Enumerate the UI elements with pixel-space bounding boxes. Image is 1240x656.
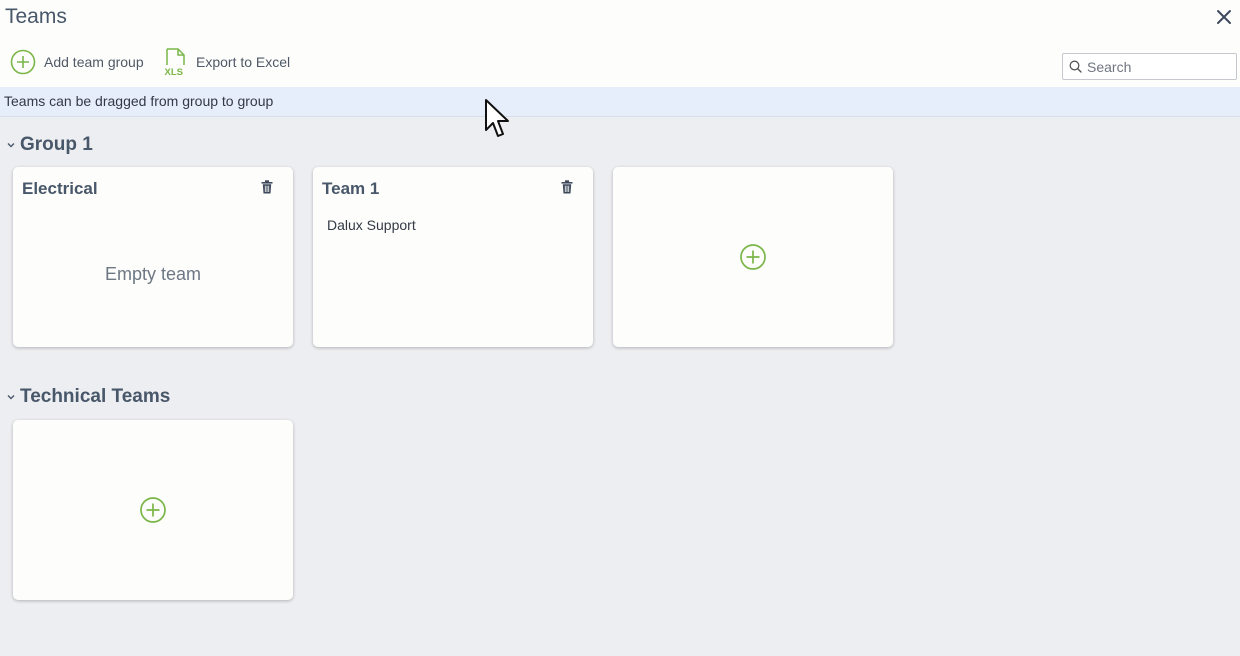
export-to-excel-label: Export to Excel	[196, 54, 291, 70]
trash-icon[interactable]	[561, 180, 573, 194]
xls-icon-text: XLS	[165, 67, 183, 76]
chevron-down-icon[interactable]	[6, 140, 16, 150]
add-team-card[interactable]	[13, 420, 293, 600]
add-team-group-button[interactable]: Add team group	[10, 48, 144, 76]
search-icon	[1069, 60, 1082, 73]
mouse-cursor-icon	[485, 99, 509, 137]
team-card-team-1[interactable]: Team 1 Dalux Support	[313, 167, 593, 347]
export-to-excel-button[interactable]: XLS Export to Excel	[164, 48, 290, 76]
plus-circle-icon	[10, 49, 36, 75]
team-member: Dalux Support	[327, 217, 416, 233]
plus-circle-icon[interactable]	[739, 243, 767, 271]
chevron-down-icon[interactable]	[6, 392, 16, 402]
header-bar: Teams Add team group XLS Export to Excel	[0, 0, 1240, 87]
search-box[interactable]	[1062, 53, 1237, 80]
page-title: Teams	[5, 5, 67, 28]
empty-team-label: Empty team	[104, 264, 202, 284]
trash-icon[interactable]	[261, 180, 273, 194]
group-name: Technical Teams	[20, 386, 171, 407]
team-name: Team 1	[322, 179, 380, 198]
plus-circle-icon[interactable]	[139, 496, 167, 524]
xls-file-icon: XLS	[165, 48, 185, 76]
group-header-technical-teams[interactable]: Technical Teams	[6, 386, 170, 408]
team-name: Electrical	[22, 179, 98, 198]
group-header-group-1[interactable]: Group 1	[6, 134, 93, 156]
search-input[interactable]	[1087, 58, 1227, 75]
team-card-electrical[interactable]: Electrical Empty team	[13, 167, 293, 347]
add-team-card[interactable]	[613, 167, 893, 347]
group-name: Group 1	[20, 134, 93, 155]
info-bar: Teams can be dragged from group to group	[0, 87, 1240, 117]
add-team-group-label: Add team group	[44, 54, 144, 70]
close-icon[interactable]	[1214, 7, 1234, 27]
